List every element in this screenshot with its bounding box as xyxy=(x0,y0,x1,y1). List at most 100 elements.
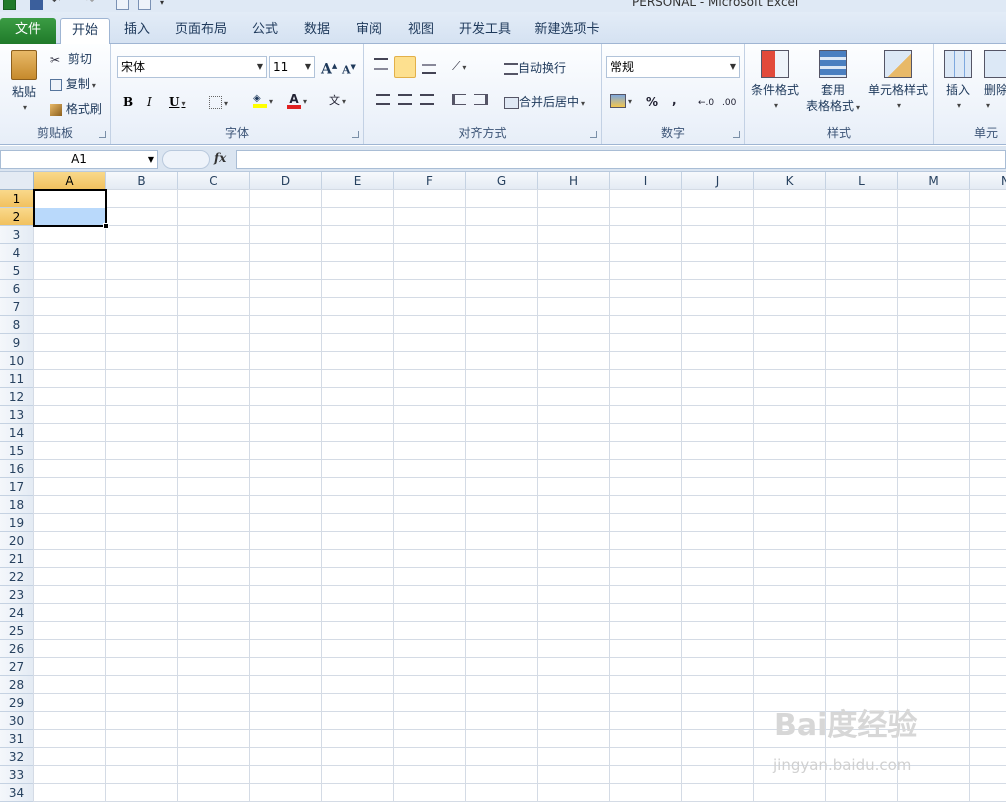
chevron-down-icon: ▼ xyxy=(147,155,154,164)
comma-button[interactable]: , xyxy=(672,92,677,108)
decrease-decimal-icon[interactable]: .00 xyxy=(722,95,736,111)
percent-button[interactable]: % xyxy=(646,94,658,110)
orientation-icon[interactable]: ⟋ ▾ xyxy=(452,58,466,76)
format-as-table-label-1: 套用 xyxy=(820,83,845,97)
number-format-value: 常规 xyxy=(610,60,635,74)
tab-view[interactable]: 视图 xyxy=(400,18,442,44)
font-name-select[interactable]: 宋体 ▼ xyxy=(117,56,267,78)
delete-cells-icon xyxy=(984,50,1006,78)
align-bottom-icon[interactable] xyxy=(422,64,436,74)
insert-cells-icon xyxy=(944,50,972,78)
merge-center-button[interactable]: 合并后居中 ▾ xyxy=(504,94,585,112)
table-format-icon xyxy=(819,50,847,78)
font-size-select[interactable]: 11 ▼ xyxy=(269,56,315,78)
grow-font-label: A xyxy=(321,61,332,78)
chevron-down-icon: ▾ xyxy=(303,97,308,106)
phonetic-button[interactable]: 文 ▾ xyxy=(329,92,346,110)
tab-review[interactable]: 审阅 xyxy=(348,18,390,44)
name-box[interactable]: A1 ▼ xyxy=(0,150,158,169)
chevron-down-icon: ▾ xyxy=(91,81,96,90)
italic-button[interactable]: I xyxy=(147,94,152,110)
delete-cells-label: 删除 xyxy=(984,83,1006,97)
scissors-icon: ✂ xyxy=(50,52,61,67)
fill-bucket-icon: ◈ xyxy=(253,93,267,108)
name-box-value: A1 xyxy=(71,152,87,166)
conditional-format-button[interactable]: 条件格式 ▾ xyxy=(749,50,801,114)
align-top-icon[interactable] xyxy=(374,58,388,70)
chevron-down-icon: ▾ xyxy=(342,97,347,106)
underline-button[interactable]: U ▾ xyxy=(169,94,185,111)
number-format-select[interactable]: 常规 ▼ xyxy=(606,56,740,78)
tab-developer[interactable]: 开发工具 xyxy=(452,18,518,44)
shrink-font-button[interactable]: A▼ xyxy=(342,59,356,79)
format-painter-label: 格式刷 xyxy=(65,102,102,116)
save-icon[interactable] xyxy=(30,0,43,10)
bold-button[interactable]: B xyxy=(123,94,133,110)
paste-button[interactable]: 粘贴 ▾ xyxy=(8,50,40,116)
chevron-down-icon: ▾ xyxy=(986,101,991,110)
formula-input[interactable] xyxy=(236,150,1006,169)
align-center-icon[interactable] xyxy=(398,94,412,105)
styles-group: 条件格式 ▾ 套用 表格格式 ▾ 单元格样式 ▾ 样式 xyxy=(745,44,934,144)
accounting-format-button[interactable]: ▾ xyxy=(610,92,632,110)
wrap-text-icon xyxy=(504,62,518,75)
expand-handle-icon[interactable] xyxy=(162,150,210,169)
chevron-down-icon: ▾ xyxy=(269,97,274,106)
tab-page-layout[interactable]: 页面布局 xyxy=(170,18,232,44)
format-painter-button[interactable]: 格式刷 xyxy=(50,101,102,117)
paste-label: 粘贴 xyxy=(11,85,36,99)
table-icon[interactable] xyxy=(116,0,129,10)
decrease-indent-icon[interactable] xyxy=(452,94,466,105)
window-title: PERSONAL - Microsoft Excel xyxy=(632,0,799,9)
dialog-launcher-icon[interactable] xyxy=(352,131,359,138)
copy-button[interactable]: 复制 ▾ xyxy=(50,76,96,94)
print-preview-icon[interactable] xyxy=(138,0,151,10)
dialog-launcher-icon[interactable] xyxy=(99,131,106,138)
cut-button[interactable]: ✂ 剪切 xyxy=(50,51,92,68)
styles-group-label: 样式 xyxy=(826,126,851,140)
delete-cells-button[interactable]: 删除 ▾ xyxy=(984,50,1006,114)
merge-center-label: 合并后居中 xyxy=(519,95,580,109)
fill-handle[interactable] xyxy=(103,223,109,229)
tab-file[interactable]: 文件 xyxy=(0,18,56,44)
tab-data[interactable]: 数据 xyxy=(296,18,338,44)
chevron-down-icon: ▾ xyxy=(224,99,229,108)
excel-logo-icon xyxy=(3,0,16,10)
format-as-table-button[interactable]: 套用 表格格式 ▾ xyxy=(803,50,863,116)
tab-new[interactable]: 新建选项卡 xyxy=(530,18,604,44)
font-group-label: 字体 xyxy=(224,126,249,140)
chevron-down-icon: ▾ xyxy=(581,99,586,108)
grow-font-button[interactable]: A▲ xyxy=(321,58,337,78)
wrap-text-button[interactable]: 自动换行 xyxy=(504,60,566,76)
align-middle-icon[interactable] xyxy=(394,56,416,78)
wrap-text-label: 自动换行 xyxy=(518,61,567,75)
dialog-launcher-icon[interactable] xyxy=(733,131,740,138)
redo-icon[interactable]: ↷ xyxy=(86,0,99,8)
insert-function-icon[interactable]: fx xyxy=(214,151,226,165)
align-right-icon[interactable] xyxy=(420,94,434,105)
chevron-down-icon: ▾ xyxy=(896,101,901,110)
tab-formulas[interactable]: 公式 xyxy=(244,18,286,44)
number-group-label: 数字 xyxy=(660,126,685,140)
insert-cells-label: 插入 xyxy=(945,83,970,97)
dialog-launcher-icon[interactable] xyxy=(590,131,597,138)
format-as-table-label-2: 表格格式 xyxy=(805,99,854,113)
baidu-watermark: Bai度经验 xyxy=(774,708,918,743)
chevron-down-icon: ▾ xyxy=(181,98,186,108)
tab-home[interactable]: 开始 xyxy=(60,18,110,45)
cell-styles-button[interactable]: 单元格样式 ▾ xyxy=(867,50,929,114)
increase-decimal-icon[interactable]: ←.0 xyxy=(698,95,714,111)
fill-color-button[interactable]: ◈ ▾ xyxy=(253,92,273,110)
borders-button[interactable]: ▾ xyxy=(209,94,228,112)
tab-insert[interactable]: 插入 xyxy=(116,18,158,44)
undo-icon[interactable]: ↶ xyxy=(52,0,65,8)
baidu-watermark-url: jingyan.baidu.com xyxy=(773,756,912,774)
increase-indent-icon[interactable] xyxy=(474,94,488,105)
conditional-format-label: 条件格式 xyxy=(750,83,799,97)
align-left-icon[interactable] xyxy=(376,94,390,105)
chevron-down-icon: ▾ xyxy=(956,101,961,110)
customize-toolbar-icon[interactable]: ▾ xyxy=(160,0,173,10)
insert-cells-button[interactable]: 插入 ▾ xyxy=(942,50,974,114)
font-color-button[interactable]: A ▾ xyxy=(287,92,307,110)
chevron-down-icon: ▾ xyxy=(462,63,467,72)
